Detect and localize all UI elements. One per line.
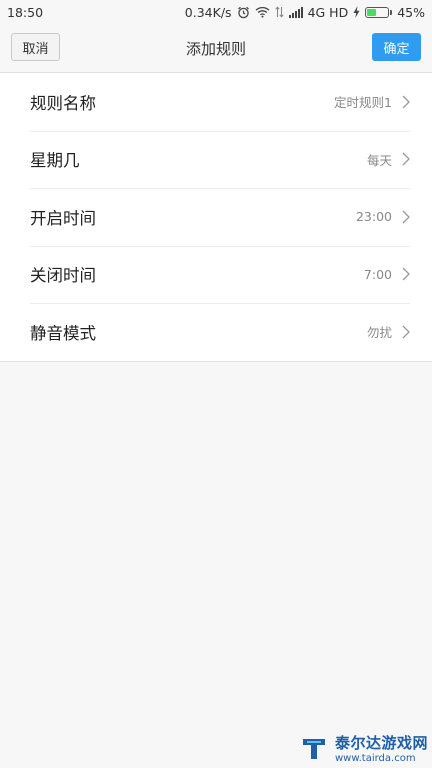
row-label: 静音模式 (30, 323, 96, 343)
row-start-time[interactable]: 开启时间 23:00 (0, 188, 432, 246)
row-label: 星期几 (30, 151, 80, 171)
alarm-icon (237, 5, 250, 19)
net-speed: 0.34K/s (184, 4, 232, 20)
row-value: 勿扰 (366, 325, 392, 341)
watermark-url: www.tairda.com (334, 753, 416, 764)
row-weekday[interactable]: 星期几 每天 (0, 130, 432, 189)
wifi-icon (255, 5, 270, 19)
data-arrows-icon (274, 5, 284, 19)
title-bar: 取消 添加规则 确定 (0, 24, 432, 72)
status-time: 18:50 (7, 4, 44, 20)
chevron-right-icon (402, 210, 410, 224)
row-value: 7:00 (363, 266, 392, 282)
row-rule-name[interactable]: 规则名称 定时规则1 (0, 73, 432, 131)
row-value: 每天 (366, 152, 392, 168)
row-label: 规则名称 (30, 93, 96, 113)
chevron-right-icon (402, 267, 410, 281)
row-silent-mode[interactable]: 静音模式 勿扰 (0, 303, 432, 361)
row-value: 23:00 (355, 209, 392, 225)
network-type: 4G HD (307, 4, 349, 20)
page-title: 添加规则 (185, 39, 246, 58)
chevron-right-icon (402, 152, 410, 166)
signal-icon (288, 5, 303, 19)
row-end-time[interactable]: 关闭时间 7:00 (0, 245, 432, 304)
status-bar: 18:50 0.34K/s 4G HD 45% (0, 0, 432, 24)
rule-settings-list: 规则名称 定时规则1 星期几 每天 开启时间 23:00 关闭时间 7:00 静… (0, 72, 432, 362)
battery-fill (367, 8, 377, 16)
battery-icon (365, 6, 393, 18)
watermark-logo-icon (299, 733, 329, 763)
watermark-title: 泰尔达游戏网 (334, 734, 428, 752)
charging-icon (353, 5, 360, 19)
row-value: 定时规则1 (334, 95, 392, 111)
cancel-button[interactable]: 取消 (11, 33, 60, 61)
confirm-button[interactable]: 确定 (372, 33, 421, 61)
row-label: 开启时间 (30, 208, 96, 228)
battery-percent: 45% (397, 4, 425, 20)
chevron-right-icon (402, 95, 410, 109)
chevron-right-icon (402, 325, 410, 339)
site-watermark: 泰尔达游戏网 www.tairda.com (299, 732, 428, 764)
row-label: 关闭时间 (30, 266, 96, 286)
